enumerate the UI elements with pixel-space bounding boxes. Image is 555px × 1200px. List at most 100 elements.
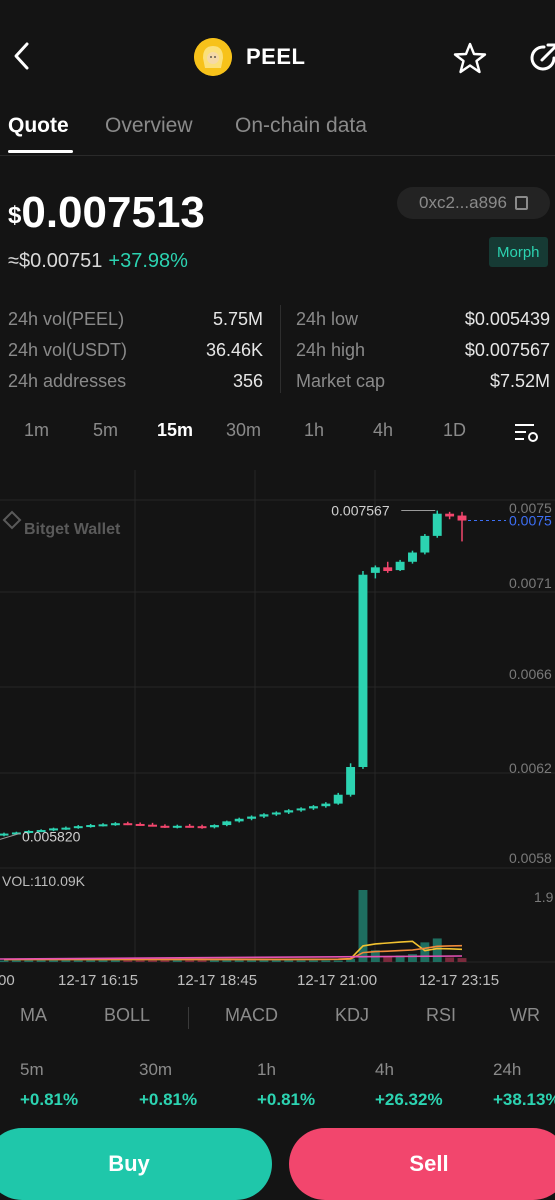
indicator-boll[interactable]: BOLL xyxy=(104,1005,150,1026)
high-price-label: 0.007567 xyxy=(331,503,390,519)
stat-value: 356 xyxy=(232,371,263,391)
low-price-label: 0.005820 xyxy=(22,828,81,844)
indicator-macd[interactable]: MACD xyxy=(225,1005,278,1026)
chart-settings-icon[interactable] xyxy=(514,422,540,444)
tab-on-chain-data[interactable]: On-chain data xyxy=(235,114,367,138)
candle-body xyxy=(271,812,281,815)
perf-label: 4h xyxy=(375,1060,394,1079)
stat-value: $0.007567 xyxy=(464,340,550,360)
volume-bar xyxy=(445,957,455,962)
stats-divider xyxy=(280,305,281,393)
candle-body xyxy=(420,535,430,553)
currency-symbol: $ xyxy=(8,202,22,229)
stat-value: $0.005439 xyxy=(464,309,550,329)
price-value: 0.007513 xyxy=(21,188,205,237)
sell-button[interactable]: Sell xyxy=(289,1128,555,1200)
volume-bar xyxy=(197,960,207,962)
tab-bar: Quote Overview On-chain data xyxy=(0,112,555,156)
stat-label: Market cap xyxy=(296,371,386,391)
price-chart[interactable]: 0.0075 0.0071 0.0066 0.0062 0.0058 00 12-17 16… xyxy=(0,470,555,1000)
interval-4h[interactable]: 4h xyxy=(373,420,393,441)
perf-value: +38.13% xyxy=(493,1090,555,1109)
volume-bar xyxy=(321,960,331,962)
tab-overview[interactable]: Overview xyxy=(105,114,193,138)
volume-bar xyxy=(222,960,232,962)
time-axis-label: 12-17 21:00 xyxy=(297,972,377,989)
interval-30m[interactable]: 30m xyxy=(226,420,261,441)
volume-bar xyxy=(0,960,9,962)
candle-body xyxy=(185,825,195,828)
volume-bar xyxy=(86,960,96,962)
indicator-wr[interactable]: WR xyxy=(510,1005,540,1026)
perf-label: 30m xyxy=(139,1060,173,1079)
indicator-rsi[interactable]: RSI xyxy=(426,1005,456,1026)
volume-bar xyxy=(209,960,219,962)
buy-button[interactable]: Buy xyxy=(0,1128,272,1200)
candle-body xyxy=(98,824,108,827)
stat-value: 5.75M xyxy=(212,309,263,329)
interval-1d[interactable]: 1D xyxy=(443,420,466,441)
volume-bar xyxy=(457,958,467,962)
volume-bar xyxy=(185,960,195,962)
indicator-ma[interactable]: MA xyxy=(20,1005,47,1026)
volume-ma-line xyxy=(0,955,463,960)
candle-body xyxy=(172,825,182,828)
interval-15m[interactable]: 15m xyxy=(157,420,193,441)
stat-label: 24h addresses xyxy=(8,371,127,391)
candle-body xyxy=(160,825,170,828)
candle-body xyxy=(123,823,133,826)
volume-bar xyxy=(234,960,244,962)
candle-body xyxy=(358,574,368,768)
approx-price: ≈$0.00751 xyxy=(8,250,103,272)
contract-address: 0xc2...a896 xyxy=(419,193,507,212)
stat-value: 36.46K xyxy=(205,340,263,360)
volume-bar xyxy=(123,960,133,962)
candle-body xyxy=(333,794,343,804)
star-icon[interactable] xyxy=(452,40,488,76)
candle-body xyxy=(445,513,455,517)
interval-5m[interactable]: 5m xyxy=(93,420,118,441)
candle-body xyxy=(247,816,257,819)
tab-quote[interactable]: Quote xyxy=(8,114,69,138)
volume-bar xyxy=(11,960,21,962)
perf-label: 24h xyxy=(493,1060,522,1079)
moving-average-lines xyxy=(0,940,463,961)
volume-bar xyxy=(24,960,34,962)
candle-body xyxy=(370,567,380,573)
contract-address-pill[interactable]: 0xc2...a896 xyxy=(397,187,550,219)
volume-bar xyxy=(309,960,318,962)
candle-body xyxy=(135,823,145,826)
candle-body xyxy=(197,826,207,829)
candle-body xyxy=(110,823,120,826)
time-axis-label: 00 xyxy=(0,972,15,989)
candle-body xyxy=(457,515,467,521)
interval-selector: 1m 5m 15m 30m 1h 4h 1D xyxy=(0,420,555,446)
time-axis-label: 12-17 16:15 xyxy=(58,972,138,989)
stat-label: 24h vol(USDT) xyxy=(8,340,128,360)
price-change: +37.98% xyxy=(108,250,188,272)
candlesticks xyxy=(0,510,467,837)
perf-value: +26.32% xyxy=(375,1090,443,1109)
candle-body xyxy=(395,561,405,571)
chevron-left-icon[interactable] xyxy=(6,38,42,74)
stat-value: $7.52M xyxy=(489,371,550,391)
volume-bar xyxy=(284,960,294,962)
volume-bar xyxy=(420,942,430,962)
indicator-kdj[interactable]: KDJ xyxy=(335,1005,369,1026)
volume-bar xyxy=(408,954,417,962)
chain-badge: Morph xyxy=(489,237,548,267)
volume-bar xyxy=(247,960,257,962)
volume-bar xyxy=(432,938,442,962)
share-icon[interactable] xyxy=(526,40,555,76)
top-bar: PEEL xyxy=(0,0,555,110)
volume-bar xyxy=(135,960,145,962)
interval-1h[interactable]: 1h xyxy=(304,420,324,441)
volume-bar xyxy=(73,960,83,962)
volume-bar xyxy=(259,960,269,962)
price-axis-label: 0.0058 xyxy=(509,850,552,866)
current-price: $ 0.007513 xyxy=(8,190,205,236)
indicator-divider xyxy=(188,1007,189,1029)
candle-body xyxy=(321,803,331,807)
interval-1m[interactable]: 1m xyxy=(24,420,49,441)
candle-body xyxy=(408,552,417,562)
